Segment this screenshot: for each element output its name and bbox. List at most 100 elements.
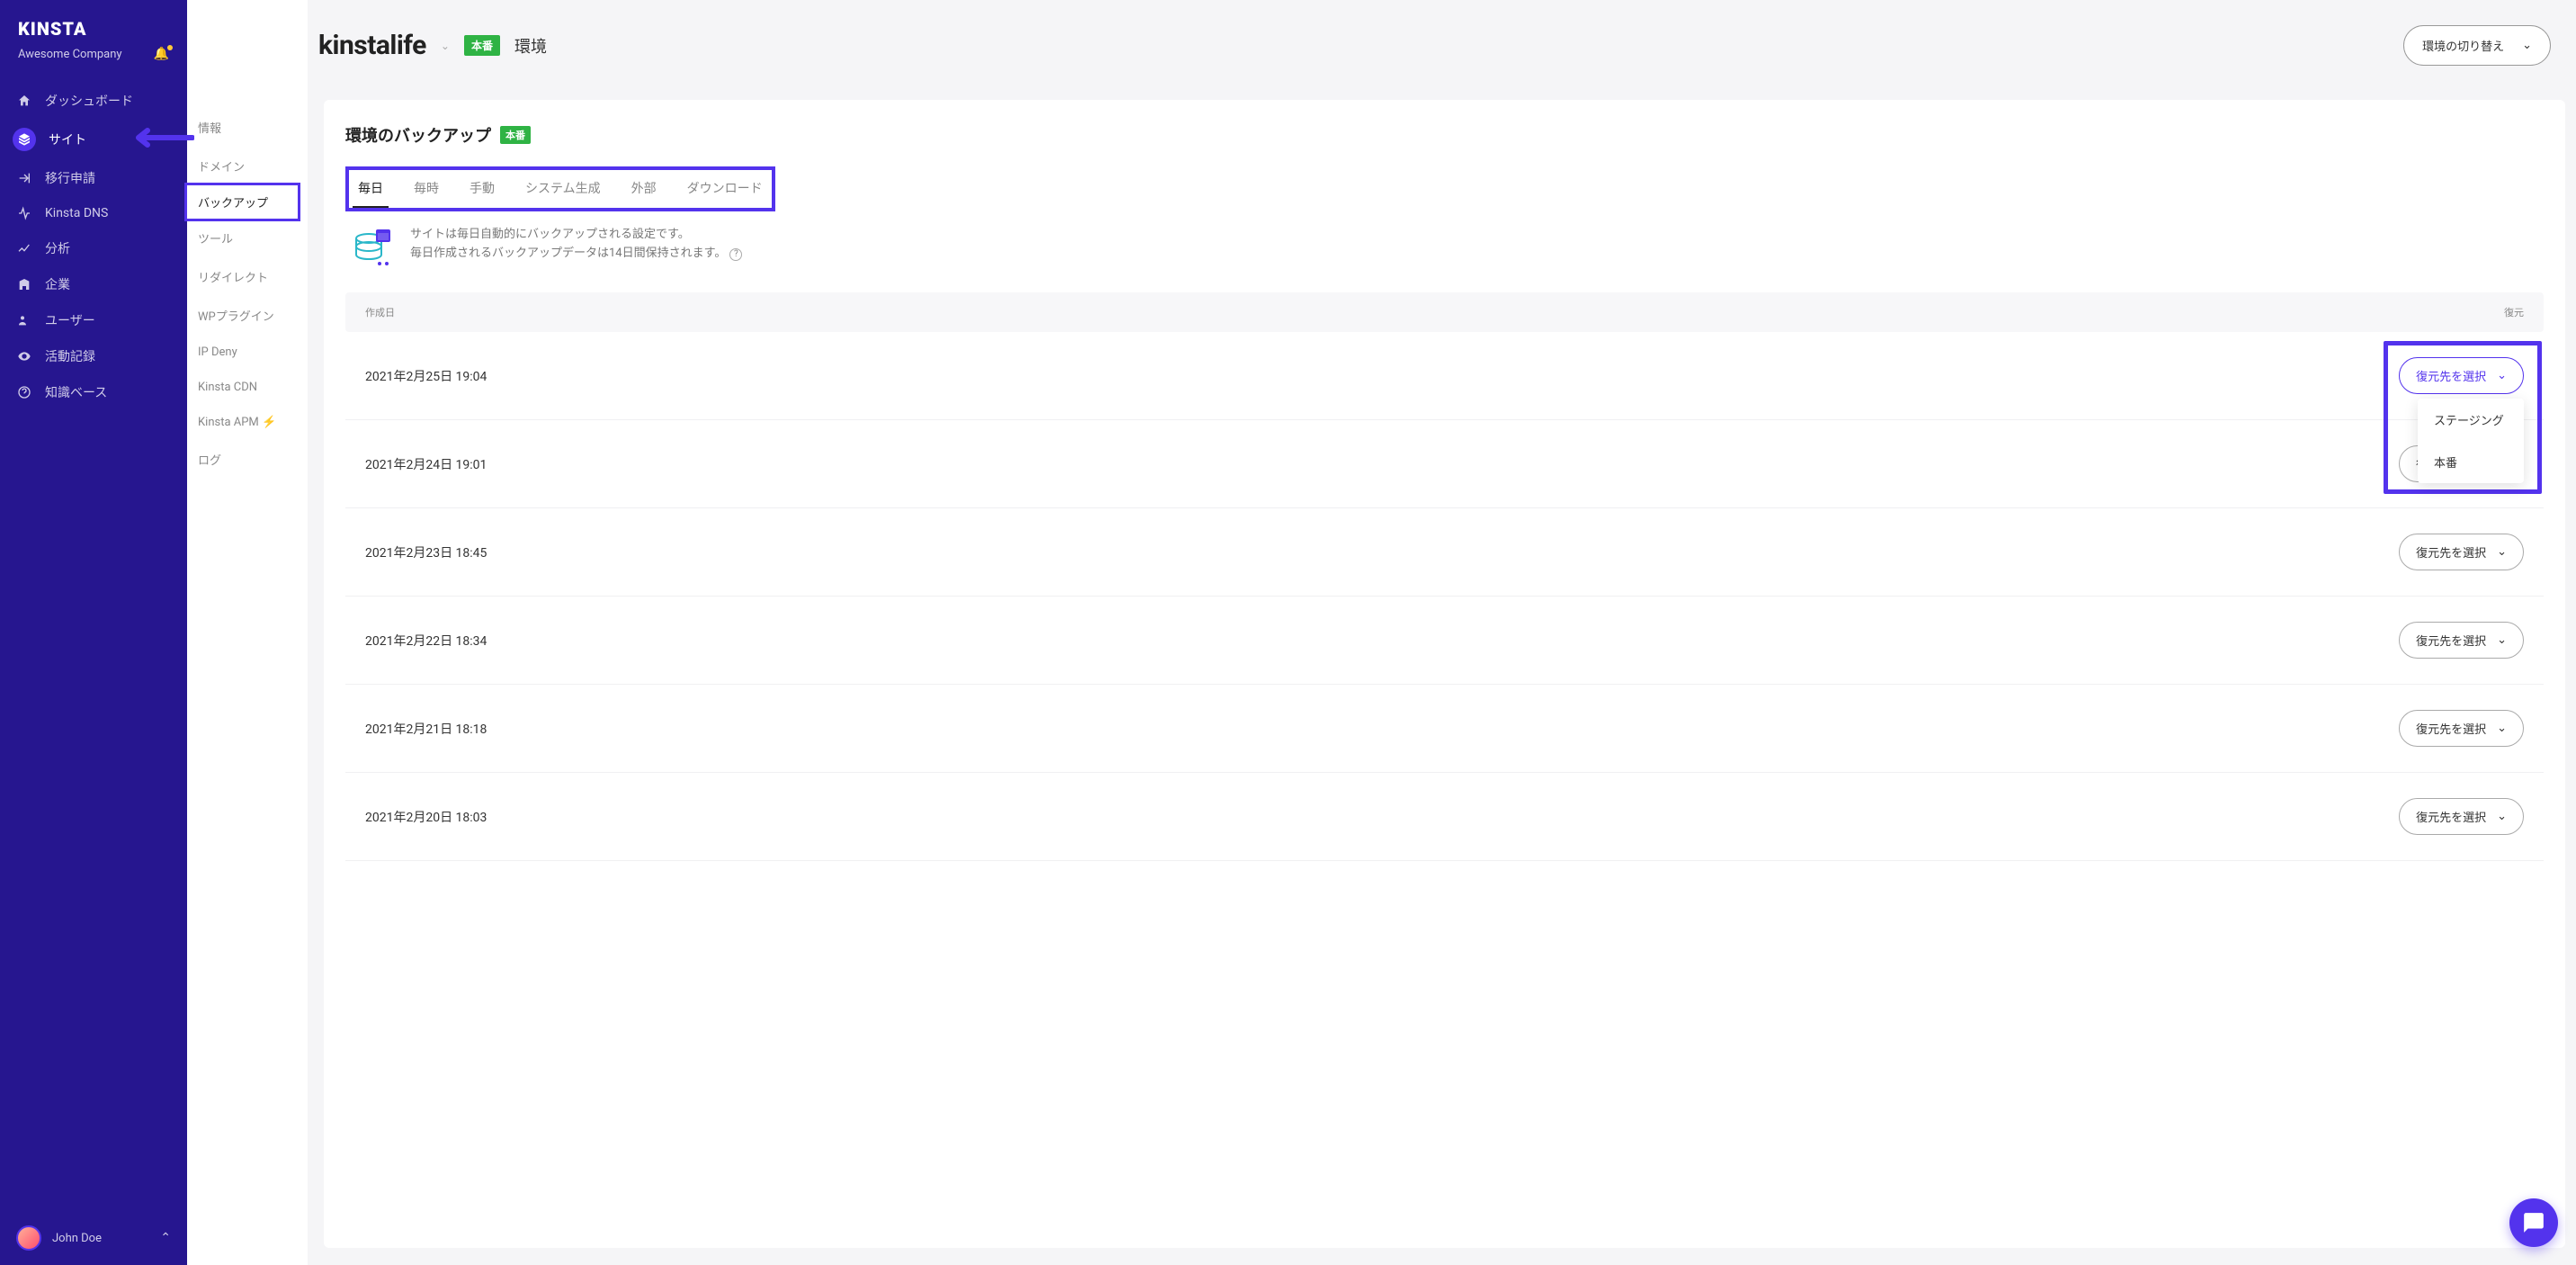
nav-item-chart[interactable]: 分析 [0,230,187,266]
chat-fab[interactable] [2509,1198,2558,1247]
chevron-down-icon[interactable]: ⌄ [441,40,450,52]
chevron-up-icon: ⌃ [160,1231,171,1245]
restore-dropdown: ステージング本番 [2418,399,2524,483]
subnav-item[interactable]: WPプラグイン [187,296,308,335]
nav-item-eye[interactable]: 活動記録 [0,338,187,374]
table-row: 2021年2月22日 18:34 復元先を選択⌄ [345,597,2544,685]
backup-info: サイトは毎日自動的にバックアップされる設定です。 毎日作成されるバックアップデー… [345,226,2544,273]
chevron-down-icon: ⌄ [2497,545,2507,559]
backup-date: 2021年2月24日 19:01 [365,455,487,473]
nav-label: 移行申請 [45,169,95,187]
subnav-item[interactable]: ツール [187,219,308,257]
dns-icon [16,205,32,221]
tab[interactable]: 毎日 [353,175,389,208]
subnav-item[interactable]: リダイレクト [187,257,308,296]
restore-button[interactable]: 復元先を選択 ⌄ [2399,357,2524,394]
building-icon [16,276,32,292]
company-name: Awesome Company [18,48,122,61]
table-row: 2021年2月20日 18:03 復元先を選択 ⌄ [345,773,2544,861]
table-header: 作成日 復元 [345,292,2544,332]
card-title: 環境のバックアップ [345,123,491,147]
table-row: 2021年2月25日 19:04復元先を選択⌄ステージング本番 [345,332,2544,420]
backup-date: 2021年2月21日 18:18 [365,720,487,738]
subnav-item[interactable]: IP Deny [187,335,308,370]
main-sidebar: KINSTA Awesome Company 🔔 ダッシュボードサイト移行申請K… [0,0,187,1265]
switch-env-button[interactable]: 環境の切り替え ⌄ [2403,25,2551,66]
nav-item-dns[interactable]: Kinsta DNS [0,196,187,230]
eye-icon [16,348,32,364]
subnav-item[interactable]: バックアップ [184,183,300,221]
nav-item-share[interactable]: 移行申請 [0,160,187,196]
users-icon [16,312,32,328]
user-row[interactable]: John Doe ⌃ [0,1211,187,1265]
col-created: 作成日 [365,305,395,319]
nav-item-layers[interactable]: サイト [0,119,187,160]
chevron-down-icon: ⌄ [2497,810,2507,823]
restore-button[interactable]: 復元先を選択⌄ [2399,622,2524,659]
help-icon [16,384,32,400]
chart-icon [16,240,32,256]
tabs-highlight: 毎日毎時手動システム生成外部ダウンロード [345,166,775,211]
dropdown-item-live[interactable]: 本番 [2418,441,2524,483]
table-row: 2021年2月23日 18:45 復元先を選択 ⌄ [345,508,2544,597]
subnav-item[interactable]: Kinsta CDN [187,370,308,405]
tab[interactable]: ダウンロード [682,175,768,208]
nav-label: 企業 [45,275,70,293]
nav-label: サイト [49,130,86,148]
col-restore: 復元 [2504,305,2524,319]
subnav-item[interactable]: ログ [187,440,308,479]
main-content: kinstalife ⌄ 本番 環境 環境の切り替え ⌄ 環境のバックアップ 本… [308,0,2576,1265]
help-icon[interactable]: ? [729,248,742,261]
subnav-item[interactable]: ドメイン [187,147,308,185]
site-subnav: 情報ドメインバックアップツールリダイレクトWPプラグインIP DenyKinst… [187,0,308,1265]
tab[interactable]: 外部 [626,175,662,208]
nav-label: ダッシュボード [45,92,133,110]
restore-label: 復元先を選択 [2416,367,2486,384]
restore-button[interactable]: 復元先を選択 ⌄ [2399,534,2524,570]
avatar [16,1225,41,1251]
tab[interactable]: 手動 [464,175,500,208]
info-line2: 毎日作成されるバックアップデータは14日間保持されます。 [410,247,726,260]
switch-env-label: 環境の切り替え [2422,37,2504,54]
env-badge: 本番 [464,35,500,56]
table-row: 2021年2月24日 19:01復元先を選択⌄ [345,420,2544,508]
tab[interactable]: 毎時 [408,175,444,208]
share-icon [16,170,32,186]
restore-label: 復元先を選択 [2416,808,2486,825]
restore-label: 復元先を選択 [2416,543,2486,561]
bell-icon[interactable]: 🔔 [154,47,169,61]
callout-arrow-icon [122,126,194,153]
dropdown-item-staging[interactable]: ステージング [2418,399,2524,441]
nav-item-building[interactable]: 企業 [0,266,187,302]
chevron-down-icon: ⌄ [2497,722,2507,735]
backup-date: 2021年2月25日 19:04 [365,367,487,385]
nav-label: 分析 [45,239,70,257]
restore-label: 復元先を選択 [2416,720,2486,737]
site-name: kinstalife [318,30,426,61]
nav-item-home[interactable]: ダッシュボード [0,83,187,119]
subnav-item[interactable]: Kinsta APM ⚡ [187,405,308,440]
restore-button[interactable]: 復元先を選択 ⌄ [2399,798,2524,835]
nav-label: ユーザー [45,311,95,329]
nav-item-users[interactable]: ユーザー [0,302,187,338]
backup-card: 環境のバックアップ 本番 毎日毎時手動システム生成外部ダウンロード サイトは毎日… [324,100,2565,1248]
table-row: 2021年2月21日 18:18 復元先を選択 ⌄ [345,685,2544,773]
page-header: kinstalife ⌄ 本番 環境 環境の切り替え ⌄ [308,0,2576,100]
backup-date: 2021年2月22日 18:34 [365,632,487,650]
card-badge: 本番 [500,126,531,144]
restore-button[interactable]: 復元先を選択 ⌄ [2399,710,2524,747]
subnav-item[interactable]: 情報 [187,108,308,147]
tab[interactable]: システム生成 [520,175,606,208]
nav-item-help[interactable]: 知識ベース [0,374,187,410]
backup-date: 2021年2月20日 18:03 [365,808,487,826]
layers-icon [16,131,32,148]
chevron-down-icon: ⌄ [2497,369,2507,382]
user-name: John Doe [52,1232,102,1245]
database-calendar-icon [351,226,394,273]
env-label: 環境 [514,34,547,58]
backup-date: 2021年2月23日 18:45 [365,543,487,561]
nav-label: 活動記録 [45,347,95,365]
company-row: Awesome Company 🔔 [0,47,187,83]
info-line1: サイトは毎日自動的にバックアップされる設定です。 [410,226,742,245]
chevron-down-icon: ⌄ [2522,39,2532,52]
